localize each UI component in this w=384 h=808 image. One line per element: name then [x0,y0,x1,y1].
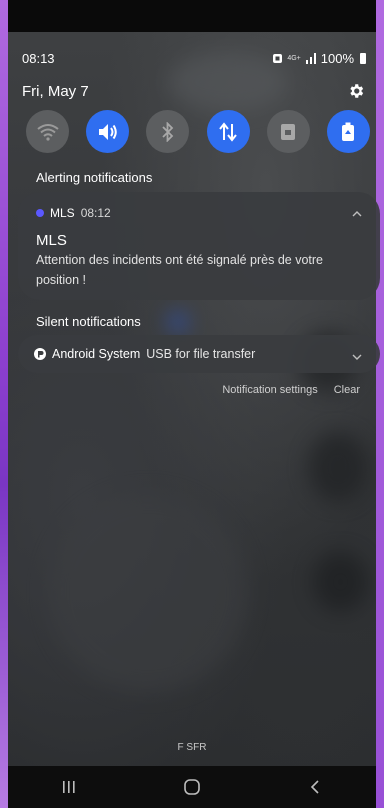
qs-screen-lock[interactable] [266,110,310,153]
silent-section-label: Silent notifications [36,314,141,329]
notification-body: Attention des incidents ont été signalé … [36,253,323,287]
date: Fri, May 7 [22,82,89,100]
quick-settings [26,110,370,154]
status-icons: 4G+ 100% [272,51,366,66]
alarm-icon [273,53,283,63]
notification-settings-button[interactable]: Notification settings [222,384,317,396]
top-bezel [8,0,376,32]
system-notification-row: Android System USB for file transfer [34,347,255,361]
qs-wifi[interactable] [26,110,69,153]
notification-header: MLS 08:12 [36,206,111,220]
notification-time: 08:12 [80,206,111,220]
wifi-icon [36,123,59,141]
clock: 08:13 [22,50,55,66]
status-bar: 08:13 4G+ 100% [22,48,366,68]
battery-percent: 100% [320,50,354,66]
notification-actions: Notification settings Clear [222,384,360,396]
notification-app-name: MLS [50,206,75,220]
qs-mobile-data[interactable] [206,110,250,153]
navigation-bar [8,766,376,808]
device-frame-right [376,0,384,808]
mls-notification[interactable]: MLS 08:12 MLS Attention des incidents on… [18,192,380,300]
system-app-name: Android System [52,347,141,361]
qs-bluetooth[interactable] [146,110,190,153]
lock-icon [281,123,296,140]
android-system-icon [34,348,46,360]
date-row: Fri, May 7 [22,80,366,102]
clear-button[interactable]: Clear [334,384,360,396]
back-icon [310,780,319,794]
gear-icon[interactable] [346,81,366,101]
chevron-up-icon[interactable] [352,206,362,220]
alerting-section-label: Alerting notifications [36,170,153,185]
android-system-notification[interactable]: Android System USB for file transfer [18,335,380,373]
recents-button[interactable] [49,772,89,802]
bluetooth-icon [162,121,174,142]
chevron-down-icon[interactable] [352,349,362,363]
speaker-icon [98,123,117,140]
mls-app-icon [36,209,44,217]
notification-title: MLS [36,232,67,249]
system-notification-text: USB for file transfer [146,347,256,361]
carrier-label: F SFR [177,742,207,753]
signal-icon [305,52,316,64]
home-icon [184,779,200,795]
network-type: 4G+ [287,54,301,62]
qs-sound[interactable] [86,110,130,153]
battery-saver-icon [342,122,355,141]
home-button[interactable] [172,772,212,802]
battery-icon [360,52,366,64]
recents-icon [63,781,75,793]
device-frame-left [0,0,8,808]
back-button[interactable] [295,772,335,802]
qs-power-saving[interactable] [326,110,370,153]
data-arrows-icon [219,121,237,142]
